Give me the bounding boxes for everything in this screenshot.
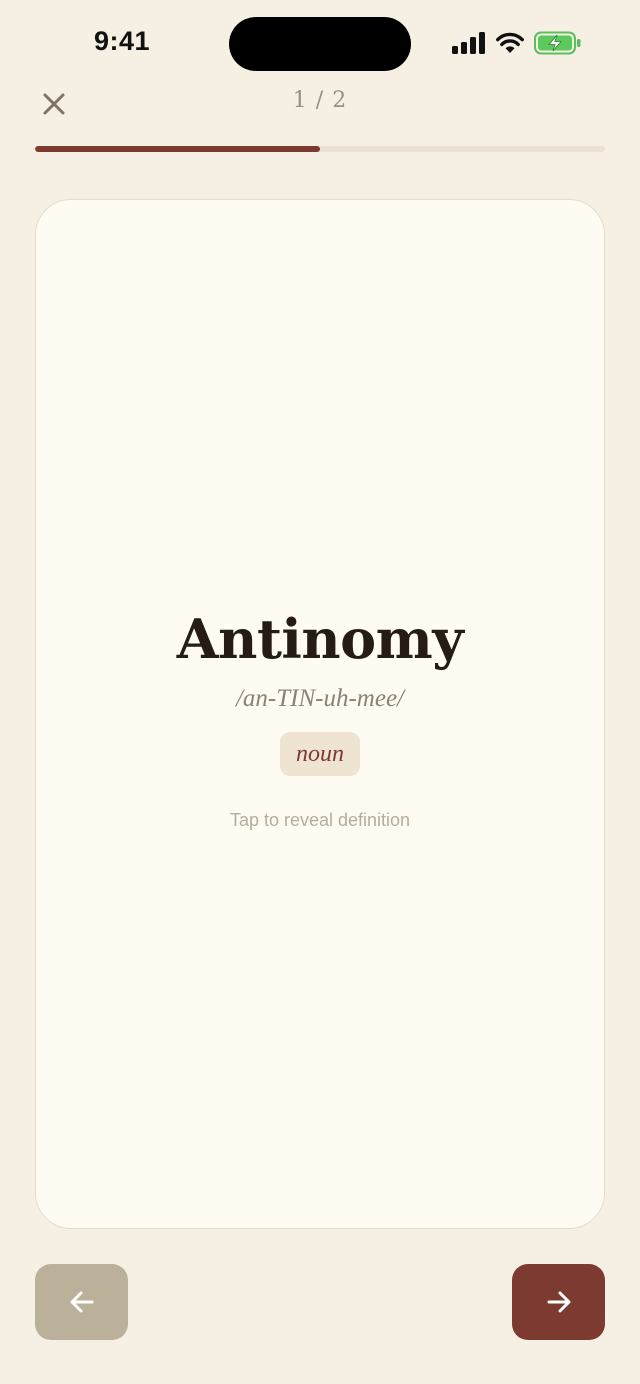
cellular-signal-icon bbox=[452, 32, 485, 54]
dynamic-island bbox=[229, 17, 411, 71]
word-title: Antinomy bbox=[176, 607, 464, 671]
wifi-icon bbox=[496, 32, 524, 53]
card-content: Antinomy /an-TIN-uh-mee/ noun Tap to rev… bbox=[36, 604, 604, 831]
flashcard[interactable]: Antinomy /an-TIN-uh-mee/ noun Tap to rev… bbox=[35, 199, 605, 1229]
arrow-right-icon bbox=[547, 1291, 570, 1313]
status-icons bbox=[452, 31, 582, 55]
reveal-hint: Tap to reveal definition bbox=[229, 810, 411, 830]
top-bar: 1 / 2 bbox=[0, 80, 640, 130]
pronunciation: /an-TIN-uh-mee/ bbox=[235, 685, 405, 712]
progress-fill bbox=[35, 146, 320, 152]
next-button[interactable] bbox=[512, 1264, 605, 1340]
battery-charging-icon bbox=[534, 31, 581, 55]
status-time: 9:41 bbox=[94, 26, 151, 56]
status-bar: 9:41 bbox=[0, 0, 640, 88]
part-of-speech-badge: noun bbox=[280, 732, 360, 776]
arrow-left-icon bbox=[70, 1291, 93, 1313]
progress-bar bbox=[35, 146, 605, 152]
previous-button[interactable] bbox=[35, 1264, 128, 1340]
card-counter: 1 / 2 bbox=[292, 88, 348, 113]
